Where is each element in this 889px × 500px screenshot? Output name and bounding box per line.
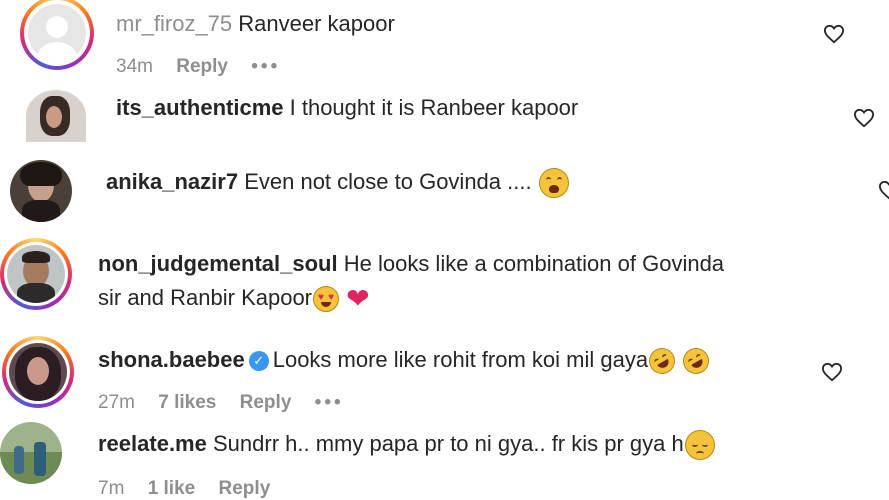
comment-text: Ranveer kapoor [238,11,395,36]
heart-outline-icon[interactable] [878,180,889,200]
default-avatar-icon [37,16,77,62]
comment-text: Even not close to Govinda .... [244,169,532,194]
comment-text: Looks more like rohit from koi mil gaya [272,347,649,372]
comment-text: Sundrr h.. mmy papa pr to ni gya.. fr ki… [212,431,684,456]
avatar[interactable] [9,343,67,401]
heart-outline-icon[interactable] [823,24,845,44]
reply-button[interactable]: Reply [176,56,228,77]
comment-anika-nazir: anika_nazir7 Even not close to Govinda .… [0,150,889,230]
comment-reelate-me: reelate.me Sundrr h.. mmy papa pr to ni … [0,420,889,500]
comment-username[interactable]: anika_nazir7 [106,169,238,194]
avatar[interactable] [26,90,86,142]
reply-button[interactable]: Reply [240,392,292,413]
comment-username[interactable]: shona.baebee [98,347,245,372]
red-heart-emoji: ❤ [346,283,370,315]
reply-button[interactable]: Reply [219,478,271,499]
verified-badge-icon: ✓ [248,351,269,372]
weary-face-emoji [538,168,569,199]
comment-username[interactable]: reelate.me [98,431,207,456]
rolling-laughing-emoji [644,343,680,379]
comment-username[interactable]: mr_firoz_75 [116,11,232,36]
pensive-face-emoji [684,430,715,461]
avatar[interactable] [10,160,72,222]
likes-count[interactable]: 1 like [148,478,196,499]
comment-text: He looks like a combination of Govinda [343,251,725,276]
comment-its-authenticme: its_authenticme I thought it is Ranbeer … [0,88,889,148]
avatar[interactable] [0,422,62,484]
heart-eyes-emoji: ♥ ♥ [313,286,340,313]
comment-time: 27m [98,392,135,413]
comment-time: 34m [116,56,153,77]
heart-outline-icon[interactable] [853,108,875,128]
more-options-button[interactable]: ••• [251,56,280,77]
comment-mr-firoz: mr_firoz_75 Ranveer kapoor 34m Reply ••• [0,0,889,88]
rolling-laughing-emoji [678,343,714,379]
comment-shona-baebee: shona.baebee ✓ Looks more like rohit from … [0,334,889,418]
comment-non-judgemental-soul: non_judgemental_soul He looks like a com… [0,234,889,324]
heart-outline-icon[interactable] [821,362,843,382]
more-options-button[interactable]: ••• [315,392,344,413]
comment-username[interactable]: non_judgemental_soul [98,251,338,276]
avatar[interactable] [28,4,86,62]
avatar[interactable] [7,245,65,303]
comment-username[interactable]: its_authenticme [116,95,284,120]
comment-text-continued: sir and Ranbir Kapoor [98,285,313,310]
comment-time: 7m [98,478,125,499]
comment-text: I thought it is Ranbeer kapoor [289,95,579,120]
likes-count[interactable]: 7 likes [158,392,216,413]
